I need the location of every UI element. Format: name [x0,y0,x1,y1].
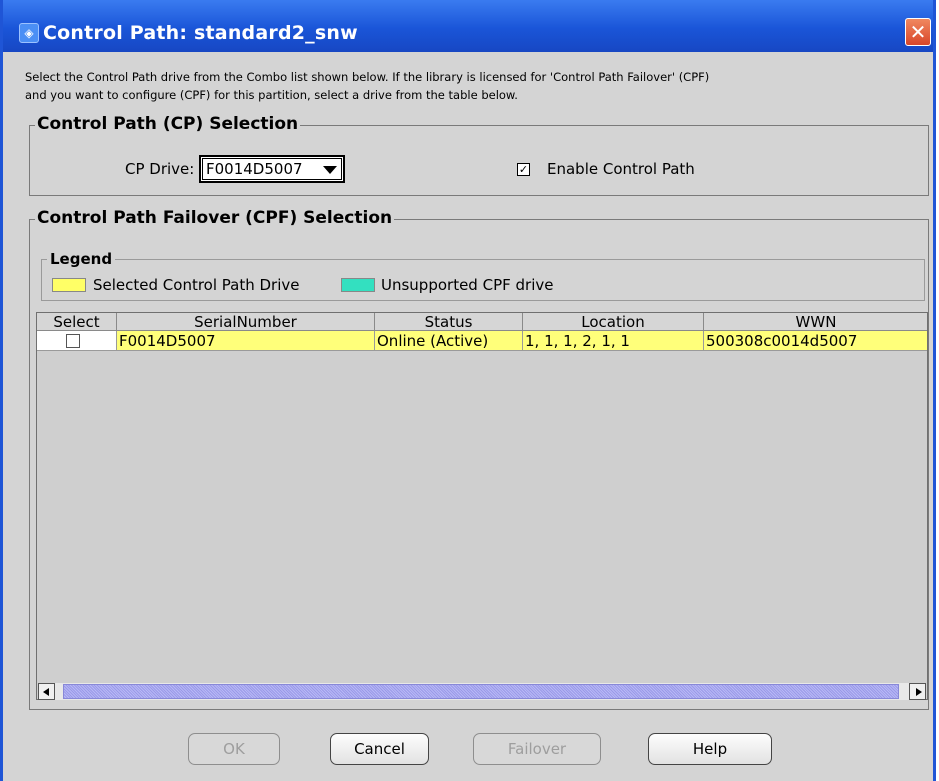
failover-button[interactable]: Failover [473,733,601,765]
title-bar[interactable]: ◈ Control Path: standard2_snw ✕ [3,0,933,52]
row-wwn: 500308c0014d5007 [704,331,927,351]
horizontal-scrollbar[interactable] [38,683,926,700]
enable-control-path-label: Enable Control Path [547,160,695,178]
close-button[interactable]: ✕ [905,18,931,46]
description-line-1: Select the Control Path drive from the C… [25,70,710,84]
enable-control-path-checkbox[interactable]: ✓ [517,163,530,176]
arrow-right-icon [916,688,922,696]
row-status: Online (Active) [375,331,523,351]
arrow-left-icon [43,688,49,696]
description-line-2: and you want to configure (CPF) for this… [25,88,518,102]
row-location: 1, 1, 1, 2, 1, 1 [523,331,704,351]
row-select-cell [37,331,117,351]
description: Select the Control Path drive from the C… [25,68,925,104]
ok-button[interactable]: OK [188,733,280,765]
legend-selected-label: Selected Control Path Drive [93,276,300,294]
selected-drive-swatch [52,278,86,292]
scroll-left-button[interactable] [38,683,55,700]
window-title: Control Path: standard2_snw [43,22,358,44]
column-header-serialnumber[interactable]: SerialNumber [117,313,375,331]
cp-section-title: Control Path (CP) Selection [35,114,301,134]
table-row[interactable]: F0014D5007 Online (Active) 1, 1, 1, 2, 1… [37,331,927,351]
cp-drive-value: F0014D5007 [206,160,303,178]
control-path-dialog: ◈ Control Path: standard2_snw ✕ Select t… [0,0,936,781]
column-header-location[interactable]: Location [523,313,704,331]
chevron-down-icon[interactable] [323,166,337,174]
legend-unsupported-label: Unsupported CPF drive [381,276,554,294]
cancel-button[interactable]: Cancel [330,733,429,765]
help-button[interactable]: Help [648,733,772,765]
cpf-drive-table: Select SerialNumber Status Location WWN … [36,312,928,700]
column-header-wwn[interactable]: WWN [704,313,927,331]
cp-drive-combo[interactable]: F0014D5007 [199,155,345,183]
scroll-right-button[interactable] [909,683,926,700]
scrollbar-thumb[interactable] [63,684,899,699]
row-select-checkbox[interactable] [66,334,80,348]
column-header-status[interactable]: Status [375,313,523,331]
legend-title: Legend [47,250,116,268]
cpf-section-title: Control Path Failover (CPF) Selection [35,208,395,228]
cp-drive-label: CP Drive: [125,160,195,178]
app-icon: ◈ [19,23,39,43]
row-serial: F0014D5007 [117,331,375,351]
unsupported-cpf-swatch [341,278,375,292]
column-header-select[interactable]: Select [37,313,117,331]
